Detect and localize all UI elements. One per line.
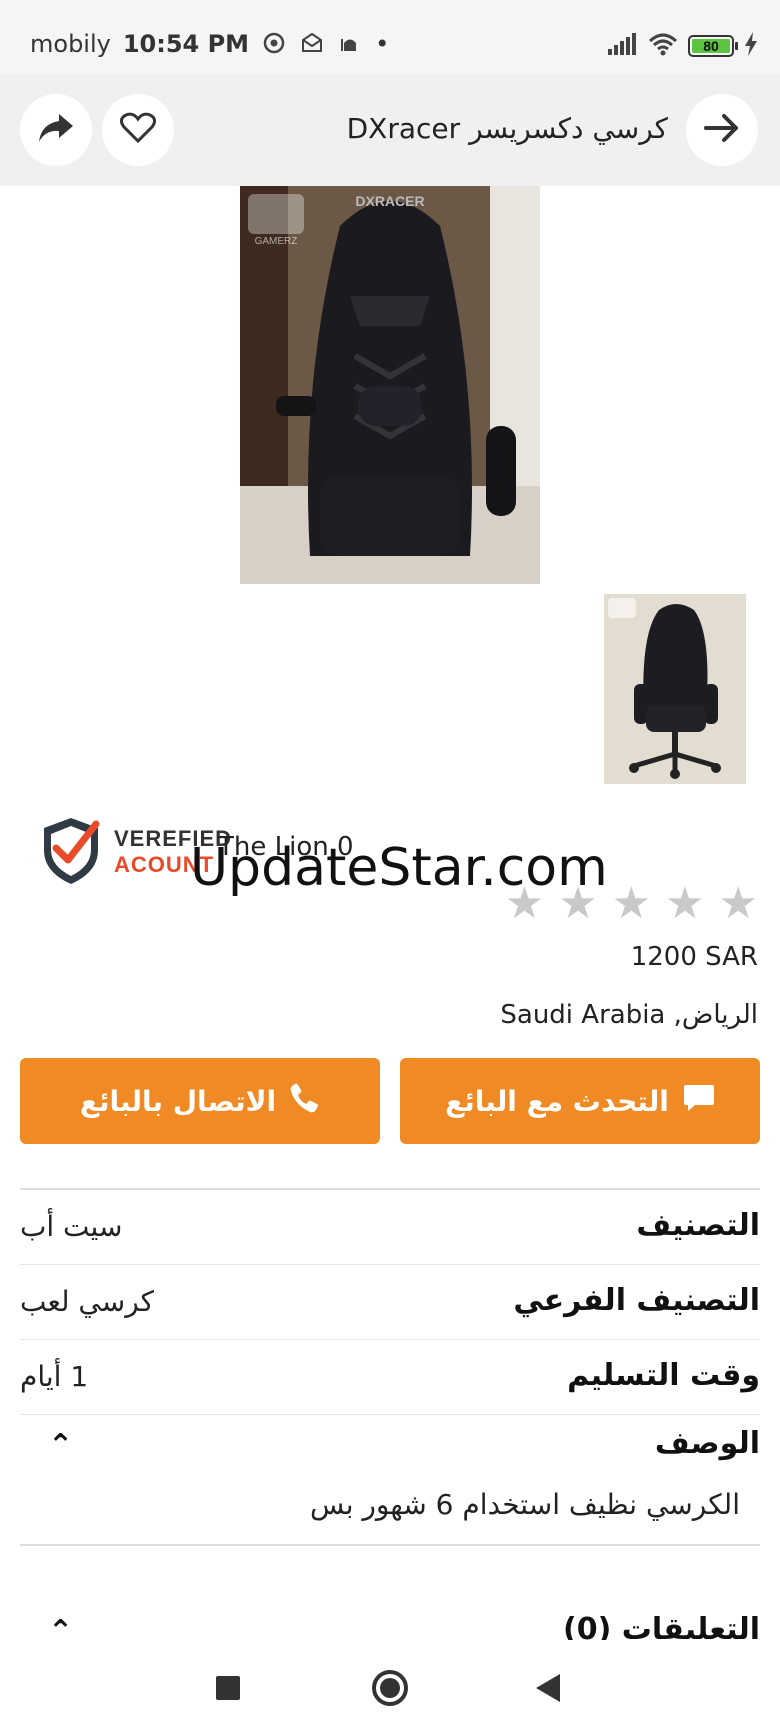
signal-icon — [608, 33, 638, 59]
system-nav-bar — [0, 1640, 780, 1733]
detail-row-delivery-time: وقت التسليم 1 أيام — [20, 1340, 760, 1415]
chat-seller-button[interactable]: التحدث مع البائع — [400, 1058, 760, 1144]
share-icon — [37, 112, 75, 148]
description-section[interactable]: الوصف ⌃ الكرسي نظيف استخدام 6 شهور بس — [20, 1414, 760, 1546]
chat-bubble-icon — [683, 1083, 715, 1120]
description-text: الكرسي نظيف استخدام 6 شهور بس — [310, 1488, 740, 1521]
price: 1200 SAR — [630, 942, 758, 972]
back-button[interactable] — [686, 94, 758, 166]
detail-row-subcategory: التصنيف الفرعي كرسي لعب — [20, 1265, 760, 1340]
mail-icon — [299, 31, 325, 57]
arrow-right-icon — [704, 113, 740, 147]
page-title: كرسي دكسريسر DXracer — [346, 112, 668, 145]
chair-thumbnail-image — [604, 594, 746, 784]
heart-icon — [119, 112, 157, 148]
battery-level: 80 — [692, 39, 730, 53]
product-thumbnail[interactable] — [604, 594, 746, 784]
star-icon: ★ — [611, 878, 652, 929]
detail-label: التصنيف — [636, 1208, 760, 1243]
phone-icon — [290, 1083, 320, 1120]
location: الرياض, Saudi Arabia — [500, 1000, 758, 1030]
app-header: كرسي دكسريسر DXracer — [0, 74, 780, 186]
chair-logo-text: DXRACER — [355, 193, 424, 209]
star-icon: ★ — [504, 878, 545, 929]
chevron-up-icon[interactable]: ⌃ — [48, 1428, 73, 1463]
charging-icon — [744, 32, 758, 60]
gaming-chair-image: DXRACER GAMERZ — [240, 186, 540, 584]
star-icon: ★ — [718, 878, 758, 929]
home-icon — [380, 1678, 400, 1698]
status-bar: mobily 10:54 PM • 80 — [0, 0, 780, 74]
star-icon: ★ — [558, 878, 598, 929]
rating-stars: ★ ★ ★ ★ ★ — [505, 882, 758, 926]
detail-row-category: التصنيف سيت أب — [20, 1190, 760, 1265]
back-nav-button[interactable] — [536, 1674, 560, 1702]
battery-icon: 80 — [688, 35, 738, 57]
status-right: 80 — [608, 32, 758, 60]
call-seller-button[interactable]: الاتصال بالبائع — [20, 1058, 380, 1144]
sync-icon — [261, 31, 287, 57]
detail-value: 1 أيام — [20, 1360, 89, 1393]
detail-label: وقت التسليم — [567, 1358, 760, 1393]
star-icon: ★ — [665, 878, 705, 929]
product-main-image[interactable]: DXRACER GAMERZ — [240, 186, 540, 584]
call-seller-label: الاتصال بالبائع — [79, 1084, 277, 1118]
chat-seller-label: التحدث مع البائع — [445, 1084, 669, 1118]
recent-apps-button[interactable] — [216, 1676, 240, 1700]
status-dot: • — [375, 30, 390, 58]
details-list: التصنيف سيت أب التصنيف الفرعي كرسي لعب و… — [20, 1188, 760, 1415]
comments-section[interactable]: التعليقات (0) ⌃ — [20, 1600, 760, 1649]
status-left: mobily 10:54 PM • — [30, 30, 389, 58]
description-title: الوصف — [654, 1426, 760, 1461]
watermark-overlay-text: GAMERZ — [255, 236, 298, 247]
favorite-button[interactable] — [102, 94, 174, 166]
detail-label: التصنيف الفرعي — [513, 1283, 760, 1318]
share-button[interactable] — [20, 94, 92, 166]
wifi-icon — [648, 32, 678, 60]
carrier-name: mobily — [30, 30, 111, 58]
home-button[interactable] — [372, 1670, 408, 1706]
shield-check-icon — [36, 814, 106, 890]
detail-value: كرسي لعب — [20, 1285, 155, 1318]
detail-value: سيت أب — [20, 1210, 123, 1243]
mosque-icon — [337, 31, 363, 57]
status-time: 10:54 PM — [122, 30, 250, 58]
